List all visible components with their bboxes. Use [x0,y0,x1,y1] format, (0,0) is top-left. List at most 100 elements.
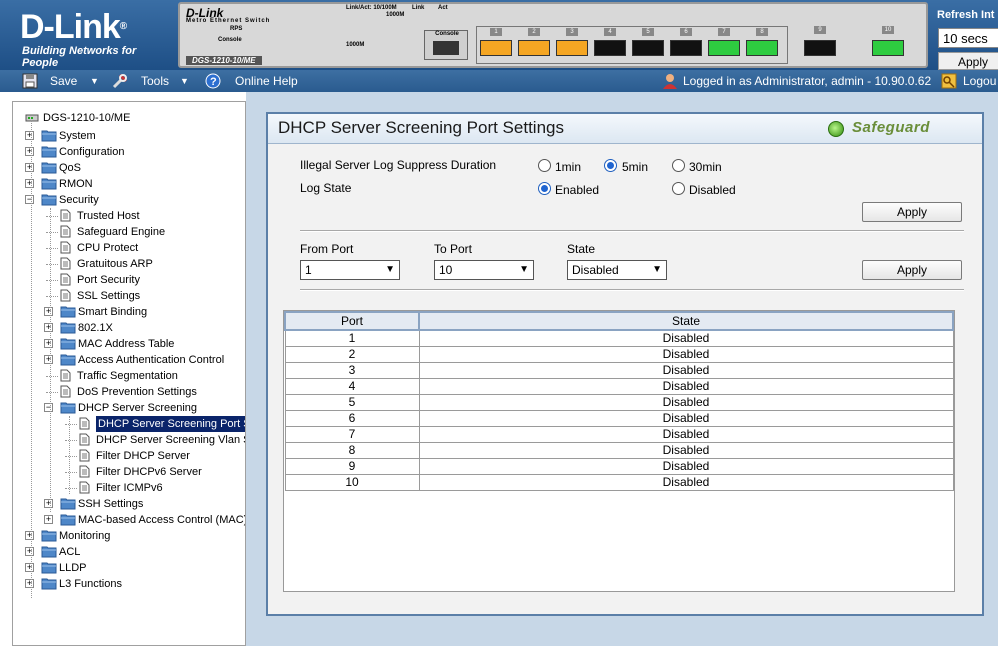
state-cell: Disabled [418,409,954,427]
tree-item[interactable]: + L3 Functions [13,576,245,592]
tree-item[interactable]: + Configuration [13,144,245,160]
switch-port-1[interactable] [480,40,512,56]
expand-icon[interactable]: + [25,163,34,172]
online-help-link[interactable]: Online Help [235,70,298,92]
refresh-interval-select[interactable]: 10 secs [938,28,998,48]
tree-item[interactable]: + RMON [13,176,245,192]
tree-item[interactable]: + SSH Settings [13,496,245,512]
logout-link[interactable]: Logou [963,70,996,92]
navigation-tree: DGS-1210-10/ME + System + Configuration + QoS… [12,101,246,646]
tree-connector [65,424,77,425]
port-number-label: 8 [756,28,768,36]
suppress-1min-radio[interactable] [538,159,551,172]
tree-item[interactable]: + System [13,128,245,144]
switch-port-9[interactable] [804,40,836,56]
expand-icon[interactable]: + [25,531,34,540]
expand-icon[interactable]: + [44,515,53,524]
expand-icon[interactable]: + [44,339,53,348]
tree-item[interactable]: Port Security [13,272,245,288]
tree-item[interactable]: Filter DHCP Server [13,448,245,464]
tree-item-label: Configuration [59,146,125,158]
suppress-5min-radio[interactable] [604,159,617,172]
from-port-select[interactable]: 1 ▼ [300,260,400,280]
expand-icon[interactable]: + [44,307,53,316]
expand-icon[interactable]: + [25,179,34,188]
safeguard-led-icon [828,121,844,137]
expand-icon[interactable]: + [44,355,53,364]
tools-menu[interactable]: Tools [141,70,169,92]
tree-item[interactable]: Gratuitous ARP [13,256,245,272]
tree-item[interactable]: + ACL [13,544,245,560]
refresh-apply-button[interactable]: Apply [938,52,998,70]
apply-log-settings-button[interactable]: Apply [862,202,962,222]
tree-connector [46,280,58,281]
tree-item-label: Filter DHCP Server [96,450,190,462]
switch-port-5[interactable] [632,40,664,56]
suppress-30min-radio[interactable] [672,159,685,172]
expand-icon[interactable]: + [25,131,34,140]
tree-item-label: Port Security [77,274,140,286]
tree-item-label: Safeguard Engine [77,226,166,238]
tree-item[interactable]: DoS Prevention Settings [13,384,245,400]
tree-item[interactable]: Safeguard Engine [13,224,245,240]
tree-item[interactable]: Traffic Segmentation [13,368,245,384]
suppress-5min-label: 5min [622,160,649,174]
switch-port-8[interactable] [746,40,778,56]
tree-item[interactable]: Filter ICMPv6 [13,480,245,496]
tree-item[interactable]: SSL Settings [13,288,245,304]
switch-port-2[interactable] [518,40,550,56]
log-state-enabled-radio[interactable] [538,182,551,195]
document-icon [79,449,90,462]
suppress-30min-label: 30min [689,160,722,174]
to-port-select[interactable]: 10 ▼ [434,260,534,280]
to-port-label: To Port [434,242,473,256]
tree-item[interactable]: − DHCP Server Screening [13,400,245,416]
tree-item-label: LLDP [59,562,87,574]
switch-port-3[interactable] [556,40,588,56]
tree-item-label: QoS [59,162,82,174]
expand-icon[interactable]: + [25,147,34,156]
expand-icon[interactable]: + [25,579,34,588]
table-row: 6 Disabled [284,409,954,427]
expand-icon[interactable]: + [44,323,53,332]
tree-item[interactable]: + LLDP [13,560,245,576]
document-icon [79,465,90,478]
tree-item[interactable]: + Access Authentication Control [13,352,245,368]
tree-item[interactable]: Filter DHCPv6 Server [13,464,245,480]
apply-port-settings-button[interactable]: Apply [862,260,962,280]
tree-item-label: System [59,130,96,142]
tree-item[interactable]: + MAC Address Table [13,336,245,352]
expand-icon[interactable]: + [44,499,53,508]
tree-item[interactable]: DHCP Server Screening Port S [13,416,245,432]
tree-item[interactable]: + Smart Binding [13,304,245,320]
table-row: 9 Disabled [284,457,954,475]
save-dropdown-icon[interactable]: ▼ [90,70,99,92]
folder-icon [60,353,76,366]
table-header-row: Port State [284,311,954,331]
tree-item[interactable]: CPU Protect [13,240,245,256]
collapse-icon[interactable]: − [25,195,34,204]
tree-item[interactable]: + QoS [13,160,245,176]
tree-item[interactable]: + MAC-based Access Control (MAC) [13,512,245,528]
document-icon [60,257,71,270]
tree-item[interactable]: Trusted Host [13,208,245,224]
switch-port-10[interactable] [872,40,904,56]
switch-port-4[interactable] [594,40,626,56]
gig-label: 1000M [346,42,365,48]
tools-dropdown-icon[interactable]: ▼ [180,70,189,92]
switch-port-6[interactable] [670,40,702,56]
expand-icon[interactable]: + [25,547,34,556]
switch-port-7[interactable] [708,40,740,56]
expand-icon[interactable]: + [25,563,34,572]
tree-item[interactable]: +802.1X [13,320,245,336]
collapse-icon[interactable]: − [44,403,53,412]
document-icon [60,225,71,238]
log-state-disabled-radio[interactable] [672,182,685,195]
tree-item[interactable]: − Security [13,192,245,208]
state-select[interactable]: Disabled ▼ [567,260,667,280]
tree-item[interactable]: + Monitoring [13,528,245,544]
document-icon [60,241,71,254]
tree-item[interactable]: DHCP Server Screening Vlan S [13,432,245,448]
device-model: DGS-1210-10/ME [186,56,262,65]
save-menu[interactable]: Save [50,70,77,92]
